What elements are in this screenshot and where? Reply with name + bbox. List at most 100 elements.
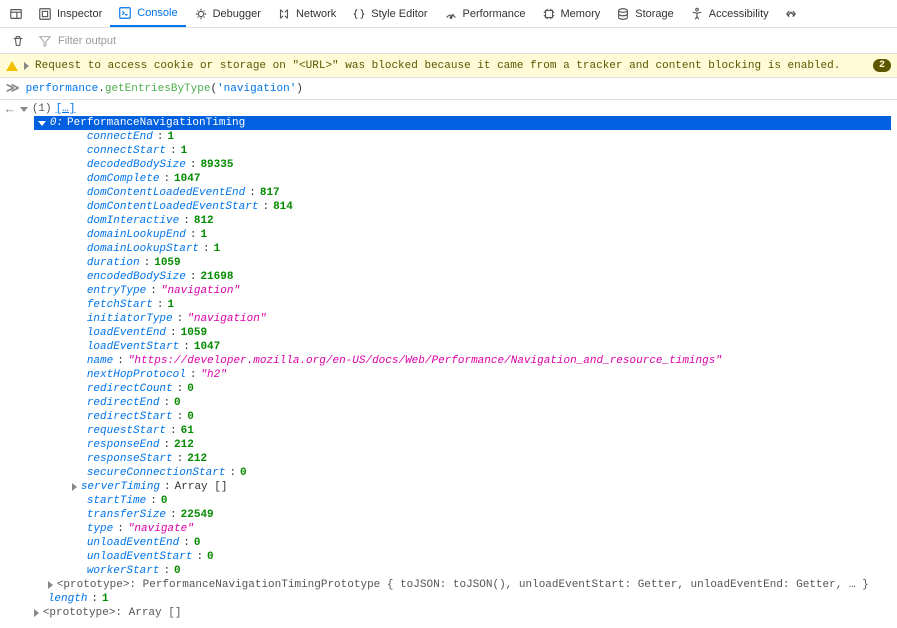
property-value: 21698 [200, 270, 233, 284]
property-row[interactable]: startTime: 0 [20, 494, 891, 508]
property-row[interactable]: redirectStart: 0 [20, 410, 891, 424]
property-value: Array [] [175, 480, 228, 494]
tab-memory[interactable]: Memory [534, 0, 609, 27]
tab-label: Memory [561, 8, 601, 20]
property-value: 22549 [181, 508, 214, 522]
array-root[interactable]: (1) […] [20, 102, 891, 116]
property-key: redirectCount [87, 382, 173, 396]
property-value: 61 [181, 424, 194, 438]
property-value: 1 [200, 228, 207, 242]
property-row[interactable]: loadEventStart: 1047 [20, 340, 891, 354]
property-key: serverTiming [81, 480, 160, 494]
tab-label: Performance [463, 8, 526, 20]
tab-network[interactable]: Network [269, 0, 344, 27]
property-key: redirectEnd [87, 396, 160, 410]
property-key: connectEnd [87, 130, 153, 144]
dock-icon[interactable] [2, 0, 30, 28]
property-row[interactable]: type: "navigate" [20, 522, 891, 536]
array-item-0[interactable]: 0: PerformanceNavigationTiming [20, 116, 891, 130]
property-key: domContentLoadedEventEnd [87, 186, 245, 200]
property-key: loadEventStart [87, 340, 179, 354]
chevron-right-icon[interactable] [34, 609, 39, 617]
property-row[interactable]: decodedBodySize: 89335 [20, 158, 891, 172]
property-row[interactable]: domainLookupEnd: 1 [20, 228, 891, 242]
chevron-down-icon[interactable] [38, 121, 46, 126]
console-input[interactable]: ≫ performance.getEntriesByType('navigati… [0, 78, 897, 100]
tab-storage[interactable]: Storage [608, 0, 682, 27]
property-row[interactable]: name: "https://developer.mozilla.org/en-… [20, 354, 891, 368]
property-key: domComplete [87, 172, 160, 186]
tab-debugger[interactable]: Debugger [186, 0, 269, 27]
property-value: 1 [214, 242, 221, 256]
property-value: 814 [273, 200, 293, 214]
prototype-row[interactable]: <prototype>: PerformanceNavigationTiming… [20, 578, 891, 592]
property-row[interactable]: responseStart: 212 [20, 452, 891, 466]
property-row[interactable]: requestStart: 61 [20, 424, 891, 438]
property-key: workerStart [87, 564, 160, 578]
property-key: startTime [87, 494, 146, 508]
filter-icon[interactable] [36, 27, 54, 55]
property-value: 0 [207, 550, 214, 564]
property-value: 0 [174, 396, 181, 410]
tab-style-editor[interactable]: Style Editor [344, 0, 435, 27]
warning-text: Request to access cookie or storage on "… [35, 60, 867, 72]
property-key: responseEnd [87, 438, 160, 452]
property-row[interactable]: redirectEnd: 0 [20, 396, 891, 410]
property-row[interactable]: domContentLoadedEventEnd: 817 [20, 186, 891, 200]
property-row[interactable]: transferSize: 22549 [20, 508, 891, 522]
property-row[interactable]: loadEventEnd: 1059 [20, 326, 891, 340]
property-key: nextHopProtocol [87, 368, 186, 382]
property-key: domInteractive [87, 214, 179, 228]
more-tabs-icon[interactable] [777, 0, 805, 28]
property-value: 1047 [174, 172, 200, 186]
chevron-right-icon[interactable] [72, 483, 77, 491]
tab-inspector[interactable]: Inspector [30, 0, 110, 27]
property-key: responseStart [87, 452, 173, 466]
property-row[interactable]: initiatorType: "navigation" [20, 312, 891, 326]
property-row[interactable]: unloadEventStart: 0 [20, 550, 891, 564]
tab-performance[interactable]: Performance [436, 0, 534, 27]
property-key: type [87, 522, 113, 536]
devtools-toolbar: Inspector Console Debugger Network Style… [0, 0, 897, 28]
property-value: 0 [187, 410, 194, 424]
clear-icon[interactable] [4, 27, 32, 55]
property-row[interactable]: encodedBodySize: 21698 [20, 270, 891, 284]
property-value: 0 [161, 494, 168, 508]
property-value: 0 [174, 564, 181, 578]
tab-accessibility[interactable]: Accessibility [682, 0, 777, 27]
property-value: 1047 [194, 340, 220, 354]
property-key: transferSize [87, 508, 166, 522]
property-row[interactable]: unloadEventEnd: 0 [20, 536, 891, 550]
property-row[interactable]: entryType: "navigation" [20, 284, 891, 298]
property-row[interactable]: duration: 1059 [20, 256, 891, 270]
property-key: unloadEventStart [87, 550, 193, 564]
chevron-right-icon[interactable] [24, 62, 29, 70]
property-key: fetchStart [87, 298, 153, 312]
property-row[interactable]: fetchStart: 1 [20, 298, 891, 312]
chevron-right-icon[interactable] [48, 581, 53, 589]
property-row[interactable]: redirectCount: 0 [20, 382, 891, 396]
filter-input[interactable] [58, 35, 893, 47]
tab-console[interactable]: Console [110, 0, 185, 27]
property-row[interactable]: nextHopProtocol: "h2" [20, 368, 891, 382]
warning-row[interactable]: Request to access cookie or storage on "… [0, 54, 897, 78]
property-row[interactable]: workerStart: 0 [20, 564, 891, 578]
property-row[interactable]: domContentLoadedEventStart: 814 [20, 200, 891, 214]
property-row[interactable]: domainLookupStart: 1 [20, 242, 891, 256]
property-value: "https://developer.mozilla.org/en-US/doc… [128, 354, 722, 368]
property-row[interactable]: domComplete: 1047 [20, 172, 891, 186]
property-value: 1 [167, 298, 174, 312]
property-value: 817 [260, 186, 280, 200]
property-row[interactable]: connectStart: 1 [20, 144, 891, 158]
length-row[interactable]: length: 1 [20, 592, 891, 606]
property-row[interactable]: responseEnd: 212 [20, 438, 891, 452]
property-key: requestStart [87, 424, 166, 438]
property-row[interactable]: connectEnd: 1 [20, 130, 891, 144]
property-value: 0 [187, 382, 194, 396]
chevron-down-icon[interactable] [20, 107, 28, 112]
prototype-row[interactable]: <prototype>: Array [] [20, 606, 891, 620]
property-row[interactable]: serverTiming: Array [] [20, 480, 891, 494]
property-value: 0 [240, 466, 247, 480]
property-row[interactable]: domInteractive: 812 [20, 214, 891, 228]
property-row[interactable]: secureConnectionStart: 0 [20, 466, 891, 480]
